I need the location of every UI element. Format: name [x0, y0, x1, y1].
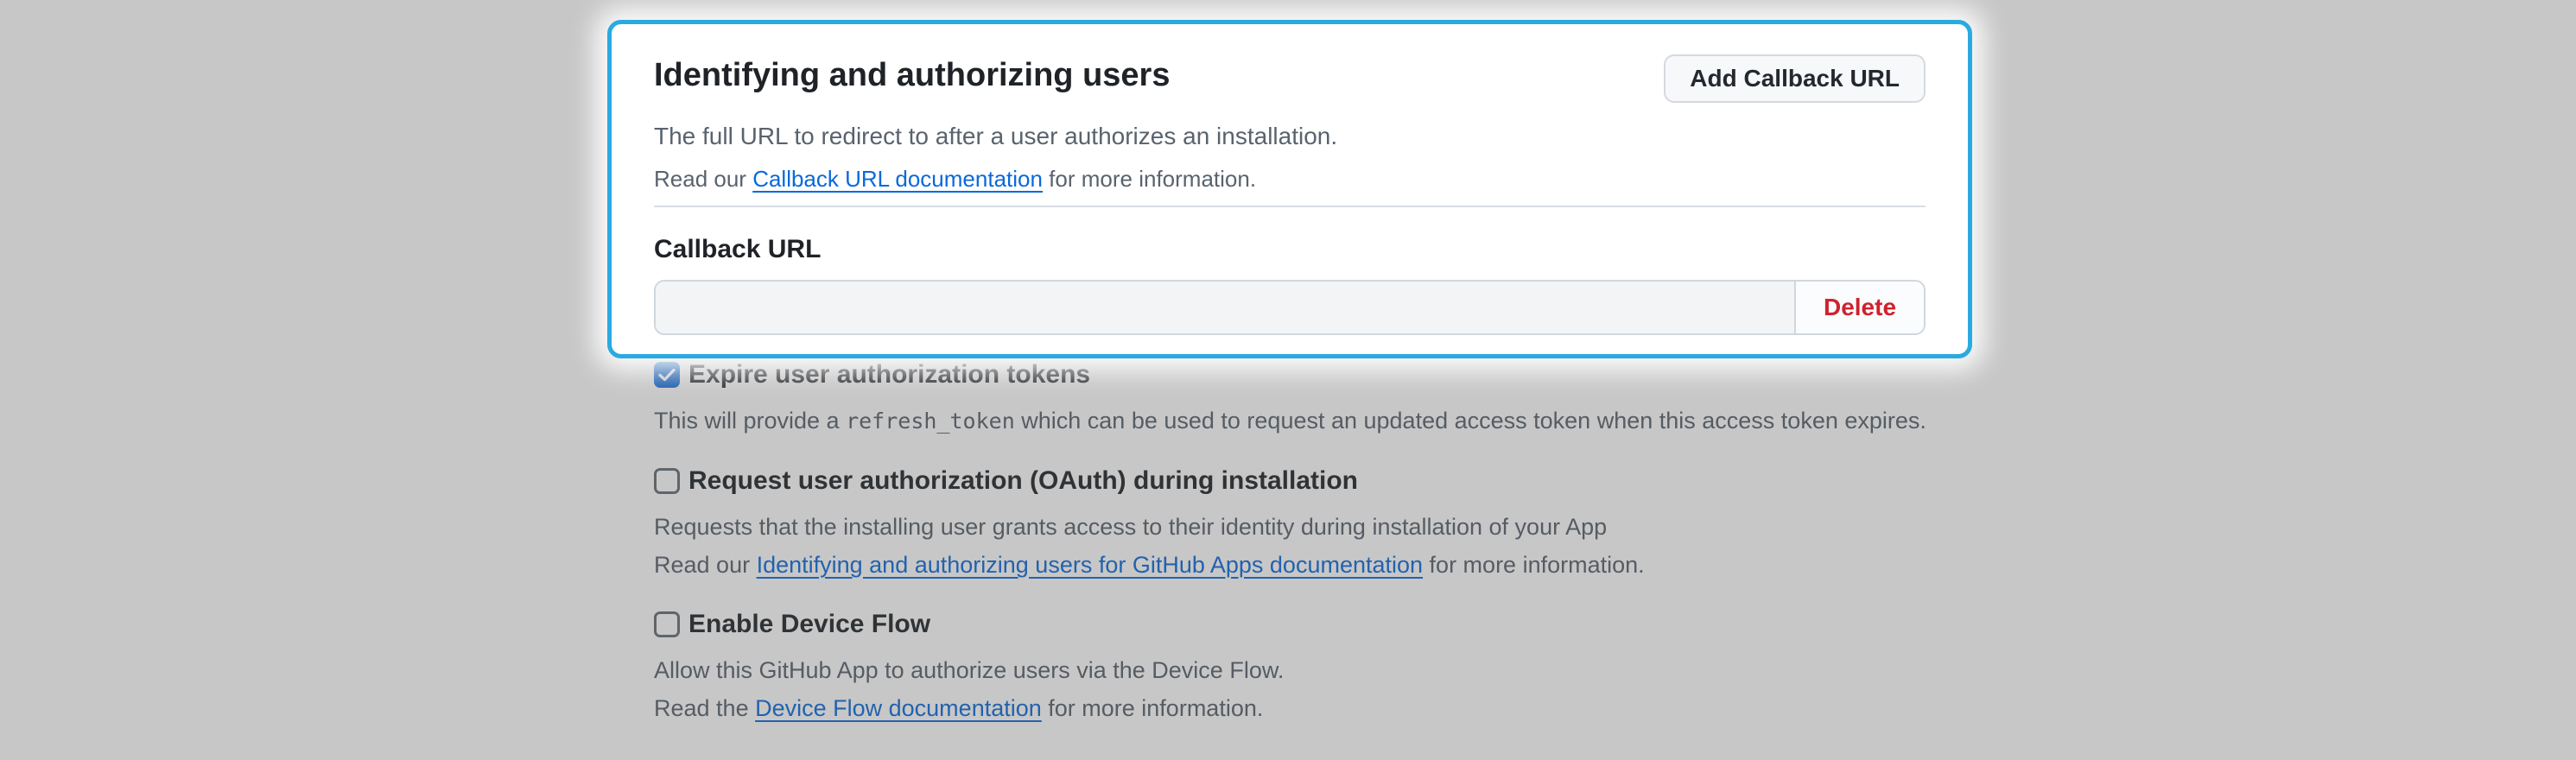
page-title: Identifying and authorizing users: [654, 54, 1170, 96]
callback-url-input-group: Delete: [654, 280, 1926, 335]
device-flow-label[interactable]: Enable Device Flow: [688, 608, 930, 641]
request-oauth-checkbox[interactable]: [654, 468, 680, 494]
expire-tokens-description: This will provide a refresh_token which …: [654, 405, 1967, 437]
callback-url-input[interactable]: [656, 282, 1794, 333]
device-flow-description: Allow this GitHub App to authorize users…: [654, 655, 1967, 686]
docs-suffix: for more information.: [1043, 166, 1256, 192]
docs-suffix: for more information.: [1423, 552, 1645, 578]
option-expire-tokens: Expire user authorization tokens This wi…: [654, 358, 1967, 437]
device-flow-checkbox[interactable]: [654, 611, 680, 637]
desc-suffix: which can be used to request an updated …: [1015, 408, 1926, 434]
callback-url-field-label: Callback URL: [654, 233, 1926, 266]
docs-prefix: Read our: [654, 166, 752, 192]
docs-prefix: Read our: [654, 552, 757, 578]
option-device-flow: Enable Device Flow Allow this GitHub App…: [654, 608, 1967, 724]
card-header: Identifying and authorizing users Add Ca…: [654, 54, 1926, 103]
desc-prefix: This will provide a: [654, 408, 846, 434]
add-callback-url-button[interactable]: Add Callback URL: [1664, 54, 1926, 103]
callback-url-documentation-link[interactable]: Callback URL documentation: [752, 166, 1043, 192]
request-oauth-row: Request user authorization (OAuth) durin…: [654, 465, 1967, 497]
authorization-options: Expire user authorization tokens This wi…: [654, 358, 1967, 724]
identifying-authorizing-users-docs-link[interactable]: Identifying and authorizing users for Gi…: [757, 552, 1423, 578]
identifying-authorizing-users-card: Identifying and authorizing users Add Ca…: [607, 20, 1972, 358]
card-description: The full URL to redirect to after a user…: [654, 121, 1926, 152]
checkmark-icon: [658, 368, 676, 382]
request-oauth-label[interactable]: Request user authorization (OAuth) durin…: [688, 465, 1358, 497]
expire-tokens-label[interactable]: Expire user authorization tokens: [688, 358, 1090, 391]
option-request-oauth: Request user authorization (OAuth) durin…: [654, 465, 1967, 580]
docs-suffix: for more information.: [1042, 695, 1264, 721]
request-oauth-docs-line: Read our Identifying and authorizing use…: [654, 549, 1967, 580]
delete-callback-url-button[interactable]: Delete: [1794, 282, 1924, 333]
refresh-token-code: refresh_token: [846, 408, 1015, 434]
callback-docs-line: Read our Callback URL documentation for …: [654, 164, 1926, 193]
expire-tokens-row: Expire user authorization tokens: [654, 358, 1967, 391]
device-flow-docs-line: Read the Device Flow documentation for m…: [654, 693, 1967, 724]
card-divider: [654, 206, 1926, 207]
device-flow-documentation-link[interactable]: Device Flow documentation: [755, 695, 1042, 721]
device-flow-row: Enable Device Flow: [654, 608, 1967, 641]
docs-prefix: Read the: [654, 695, 755, 721]
expire-tokens-checkbox[interactable]: [654, 362, 680, 388]
request-oauth-description: Requests that the installing user grants…: [654, 511, 1967, 542]
